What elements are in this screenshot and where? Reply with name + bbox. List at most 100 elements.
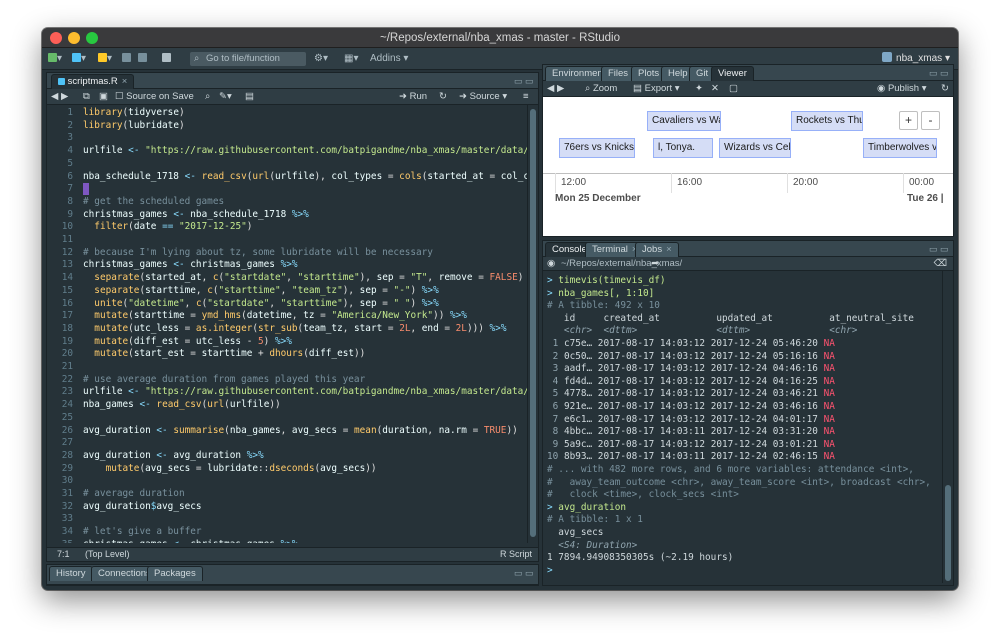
go-to-file-input[interactable]: ⌕ Go to file/function	[190, 52, 306, 66]
history-pane-minmax-icon[interactable]: ▭ ▭	[514, 568, 534, 578]
pane-minmax-icon[interactable]: ▭ ▭	[514, 76, 534, 86]
code-line[interactable]: 5	[47, 158, 527, 171]
code-text: # get the scheduled games	[83, 195, 225, 207]
code-line[interactable]: 6 nba_schedule_1718 <- read_csv(url(urlfi…	[47, 171, 527, 184]
code-line[interactable]: 16 unite("datetime", c("startdate", "sta…	[47, 298, 527, 311]
code-line[interactable]: 18 mutate(utc_less = as.integer(str_sub(…	[47, 323, 527, 336]
line-number: 16	[61, 297, 73, 309]
save-icon[interactable]	[122, 52, 131, 66]
code-line[interactable]: 7	[47, 183, 527, 196]
timeline-item[interactable]: l, Tonya.	[653, 138, 713, 158]
git-icon[interactable]: ⚙▾	[314, 52, 328, 66]
scope-selector[interactable]: (Top Level)	[85, 548, 130, 561]
file-type-selector[interactable]: R Script	[500, 548, 532, 561]
timeline-zoom-out-button[interactable]: -	[921, 111, 940, 130]
editor-scrollbar[interactable]	[527, 105, 538, 543]
code-tools-icon[interactable]: ✎▾	[219, 90, 232, 104]
print-icon[interactable]	[162, 52, 171, 66]
go-to-dir-icon[interactable]: ➦	[651, 257, 659, 271]
code-line[interactable]: 22 # use average duration from games play…	[47, 374, 527, 387]
save-all-icon[interactable]	[138, 52, 147, 66]
console-output[interactable]: > timevis(timevis_df) > nba_games[, 1:10]…	[543, 271, 942, 583]
export-button[interactable]: ▤ Export ▾	[633, 82, 680, 96]
code-line[interactable]: 35 christmas_games <- christmas_games %>%	[47, 539, 527, 543]
timeline-zoom-in-button[interactable]: +	[899, 111, 918, 130]
code-line[interactable]: 11	[47, 234, 527, 247]
tab-scriptmas[interactable]: scriptmas.R ×	[51, 74, 135, 89]
tab-packages[interactable]: Packages	[147, 566, 203, 581]
tab-files[interactable]: Files	[601, 66, 636, 81]
code-line[interactable]: 13 christmas_games <- christmas_games %>%	[47, 259, 527, 272]
code-line[interactable]: 17 mutate(starttime = ymd_hms(datetime, …	[47, 310, 527, 323]
code-line[interactable]: 34 # let's give a buffer	[47, 526, 527, 539]
source-on-save-checkbox[interactable]: ☐ Source on Save	[115, 90, 194, 104]
line-number: 13	[61, 259, 73, 271]
code-line[interactable]: 12 # because I'm lying about tz, some lub…	[47, 247, 527, 260]
run-button[interactable]: ➜ Run	[399, 90, 427, 104]
open-browser-icon[interactable]: ▢	[729, 82, 738, 96]
close-tab-icon[interactable]: ×	[122, 76, 128, 87]
show-in-window-icon[interactable]: ⧉	[83, 90, 90, 104]
code-line[interactable]: 23 urlfile <- "https://raw.githubusercont…	[47, 386, 527, 399]
code-line[interactable]: 8 # get the scheduled games	[47, 196, 527, 209]
code-editor[interactable]: 1 library(tidyverse) 2 library(lubridate) 3 4…	[47, 105, 527, 543]
refresh-viewer-icon[interactable]: ↻	[941, 82, 949, 96]
code-line[interactable]: 10 filter(date == "2017-12-25")	[47, 221, 527, 234]
code-line[interactable]: 24 nba_games <- read_csv(url(urlfile))	[47, 399, 527, 412]
code-line[interactable]: 29 mutate(avg_secs = lubridate::dseconds…	[47, 463, 527, 476]
save-file-icon[interactable]: ▣	[99, 90, 108, 104]
compile-report-icon[interactable]: ▤	[245, 90, 254, 104]
remove-viewer-icon[interactable]: ✕	[711, 82, 719, 96]
code-line[interactable]: 26 avg_duration <- summarise(nba_games, a…	[47, 425, 527, 438]
code-line[interactable]: 19 mutate(diff_est = utc_less - 5) %>%	[47, 336, 527, 349]
close-tab-icon[interactable]: ×	[666, 244, 672, 255]
new-project-icon[interactable]: ▾	[72, 52, 86, 66]
code-line[interactable]: 33	[47, 513, 527, 526]
timeline-item[interactable]: Cavaliers vs War	[647, 111, 721, 131]
back-icon[interactable]: ◀ ▶	[51, 90, 68, 104]
code-line[interactable]: 28 avg_duration <- avg_duration %>%	[47, 450, 527, 463]
code-line[interactable]: 3	[47, 132, 527, 145]
rerun-icon[interactable]: ↻	[439, 90, 447, 104]
timeline-item[interactable]: Wizards vs Celti	[719, 138, 791, 158]
clear-console-icon[interactable]: ⌫	[934, 257, 947, 271]
clear-viewer-icon[interactable]: ✦	[695, 82, 703, 96]
zoom-button[interactable]: ⌕ Zoom	[585, 82, 617, 96]
open-file-icon[interactable]: ▾	[98, 52, 112, 66]
line-number: 10	[61, 221, 73, 233]
timeline-item[interactable]: Rockets vs Thun	[791, 111, 863, 131]
viewer-back-icon[interactable]: ◀ ▶	[547, 82, 564, 96]
console-pane-minmax-icon[interactable]: ▭ ▭	[929, 244, 949, 254]
viewer-pane-minmax-icon[interactable]: ▭ ▭	[929, 68, 949, 78]
timeline-widget[interactable]: Cavaliers vs War Rockets vs Thun 76ers v…	[543, 97, 953, 236]
tab-history[interactable]: History	[49, 566, 93, 581]
console-scrollbar[interactable]	[942, 271, 953, 583]
find-icon[interactable]: ⌕	[205, 90, 210, 104]
publish-button[interactable]: ◉ Publish ▾	[877, 82, 927, 96]
timeline-item[interactable]: Timberwolves vs	[863, 138, 937, 158]
line-number: 23	[61, 386, 73, 398]
timeline-item[interactable]: 76ers vs Knicks	[559, 138, 635, 158]
code-line[interactable]: 32 avg_duration$avg_secs	[47, 501, 527, 514]
grid-layout-icon[interactable]: ▦▾	[344, 52, 358, 66]
tab-viewer[interactable]: Viewer	[711, 66, 754, 81]
code-line[interactable]: 21	[47, 361, 527, 374]
tab-jobs[interactable]: Jobs ×	[635, 242, 679, 257]
outline-icon[interactable]: ≡	[523, 90, 529, 104]
code-line[interactable]: 27	[47, 437, 527, 450]
code-line[interactable]: 20 mutate(start_est = starttime + dhours…	[47, 348, 527, 361]
code-line[interactable]: 31 # average duration	[47, 488, 527, 501]
code-line[interactable]: 1 library(tidyverse)	[47, 107, 527, 120]
code-line[interactable]: 15 separate(starttime, c("starttime", "t…	[47, 285, 527, 298]
new-file-icon[interactable]: ▾	[48, 52, 62, 66]
addins-menu[interactable]: Addins ▾	[370, 52, 408, 66]
editor-scroll-thumb[interactable]	[530, 109, 536, 537]
code-line[interactable]: 4 urlfile <- "https://raw.githubuserconte…	[47, 145, 527, 158]
code-line[interactable]: 9 christmas_games <- nba_schedule_1718 %>…	[47, 209, 527, 222]
code-line[interactable]: 14 separate(started_at, c("startdate", "…	[47, 272, 527, 285]
code-line[interactable]: 25	[47, 412, 527, 425]
code-line[interactable]: 30	[47, 475, 527, 488]
console-scroll-thumb[interactable]	[945, 485, 951, 581]
code-line[interactable]: 2 library(lubridate)	[47, 120, 527, 133]
source-button[interactable]: ➜ Source ▾	[459, 90, 507, 104]
